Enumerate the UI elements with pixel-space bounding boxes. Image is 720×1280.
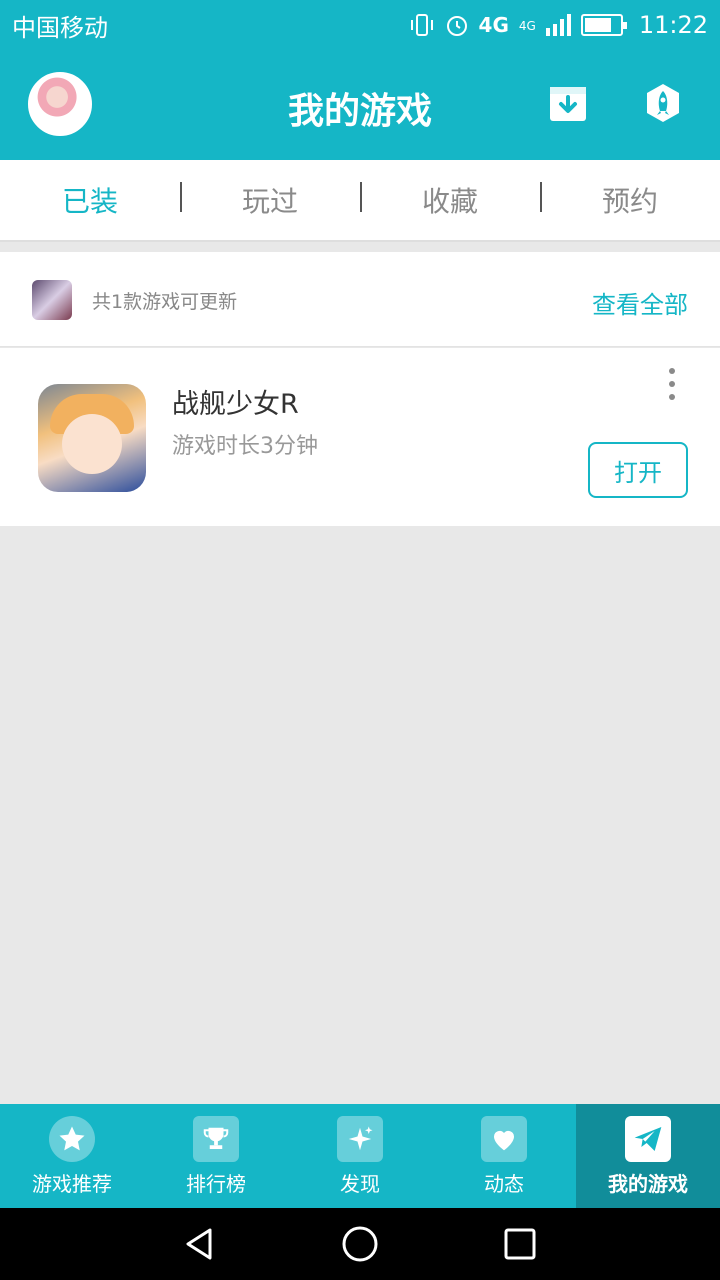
carrier-name: 中国移动 — [12, 13, 108, 42]
nav-item-ranking[interactable]: 排行榜 — [144, 1104, 288, 1208]
star-icon — [49, 1115, 95, 1162]
vibrate-icon — [410, 14, 433, 36]
update-banner[interactable]: 共1款游戏可更新 查看全部 — [0, 252, 720, 347]
download-box-icon — [550, 87, 586, 121]
tab-played[interactable]: 玩过 — [180, 180, 360, 220]
more-dot-icon — [669, 394, 675, 400]
speedup-button[interactable] — [643, 83, 683, 123]
nav-label: 游戏推荐 — [32, 1171, 112, 1196]
download-manager-button[interactable] — [548, 83, 588, 123]
rocket-icon — [647, 84, 679, 122]
trophy-icon — [193, 1115, 239, 1162]
signal-icon — [545, 14, 571, 36]
more-dot-icon — [669, 381, 675, 387]
page-title: 我的游戏 — [287, 91, 432, 132]
clock: 11:22 — [638, 11, 708, 39]
alarm-icon — [446, 16, 467, 36]
nav-item-recommend[interactable]: 游戏推荐 — [0, 1104, 144, 1208]
status-bar: 中国移动 4G 4G 11:22 — [0, 0, 720, 50]
nav-label: 发现 — [340, 1171, 380, 1196]
nav-label: 动态 — [484, 1171, 524, 1196]
app-header: 我的游戏 — [0, 50, 720, 160]
game-icon — [38, 384, 146, 492]
nav-item-discover[interactable]: 发现 — [288, 1104, 432, 1208]
heart-icon — [481, 1115, 527, 1162]
update-count-text: 共1款游戏可更新 — [92, 291, 238, 313]
tab-installed[interactable]: 已装 — [0, 180, 180, 220]
view-all-link[interactable]: 查看全部 — [592, 285, 688, 320]
bottom-nav: 游戏推荐 排行榜 发现 动态 我的游戏 — [0, 1104, 720, 1208]
game-title: 战舰少女R — [172, 389, 299, 420]
back-icon[interactable] — [180, 1224, 220, 1264]
network-type-label-2: 4G — [518, 19, 536, 33]
nav-item-activity[interactable]: 动态 — [432, 1104, 576, 1208]
status-icons: 4G 4G 11:22 — [409, 11, 708, 39]
nav-label: 我的游戏 — [608, 1171, 688, 1196]
nav-label: 排行榜 — [186, 1171, 246, 1196]
more-options-button[interactable] — [660, 368, 684, 400]
home-icon[interactable] — [340, 1224, 380, 1264]
game-playtime: 游戏时长3分钟 — [172, 434, 318, 459]
network-type-label: 4G — [478, 13, 509, 37]
tab-reserved[interactable]: 预约 — [540, 180, 720, 220]
nav-item-my-games[interactable]: 我的游戏 — [576, 1104, 720, 1208]
paper-plane-icon — [625, 1115, 671, 1162]
open-game-button[interactable]: 打开 — [588, 442, 688, 498]
tab-favorites[interactable]: 收藏 — [360, 180, 540, 220]
system-nav-bar — [0, 1208, 720, 1280]
list-item[interactable]: 战舰少女R 游戏时长3分钟 打开 — [0, 348, 720, 526]
sparkle-icon — [337, 1115, 383, 1162]
battery-icon — [580, 14, 627, 36]
update-game-thumbnail — [32, 280, 72, 320]
more-dot-icon — [669, 368, 675, 374]
game-tabs: 已装 玩过 收藏 预约 — [0, 160, 720, 242]
recent-apps-icon[interactable] — [500, 1224, 540, 1264]
